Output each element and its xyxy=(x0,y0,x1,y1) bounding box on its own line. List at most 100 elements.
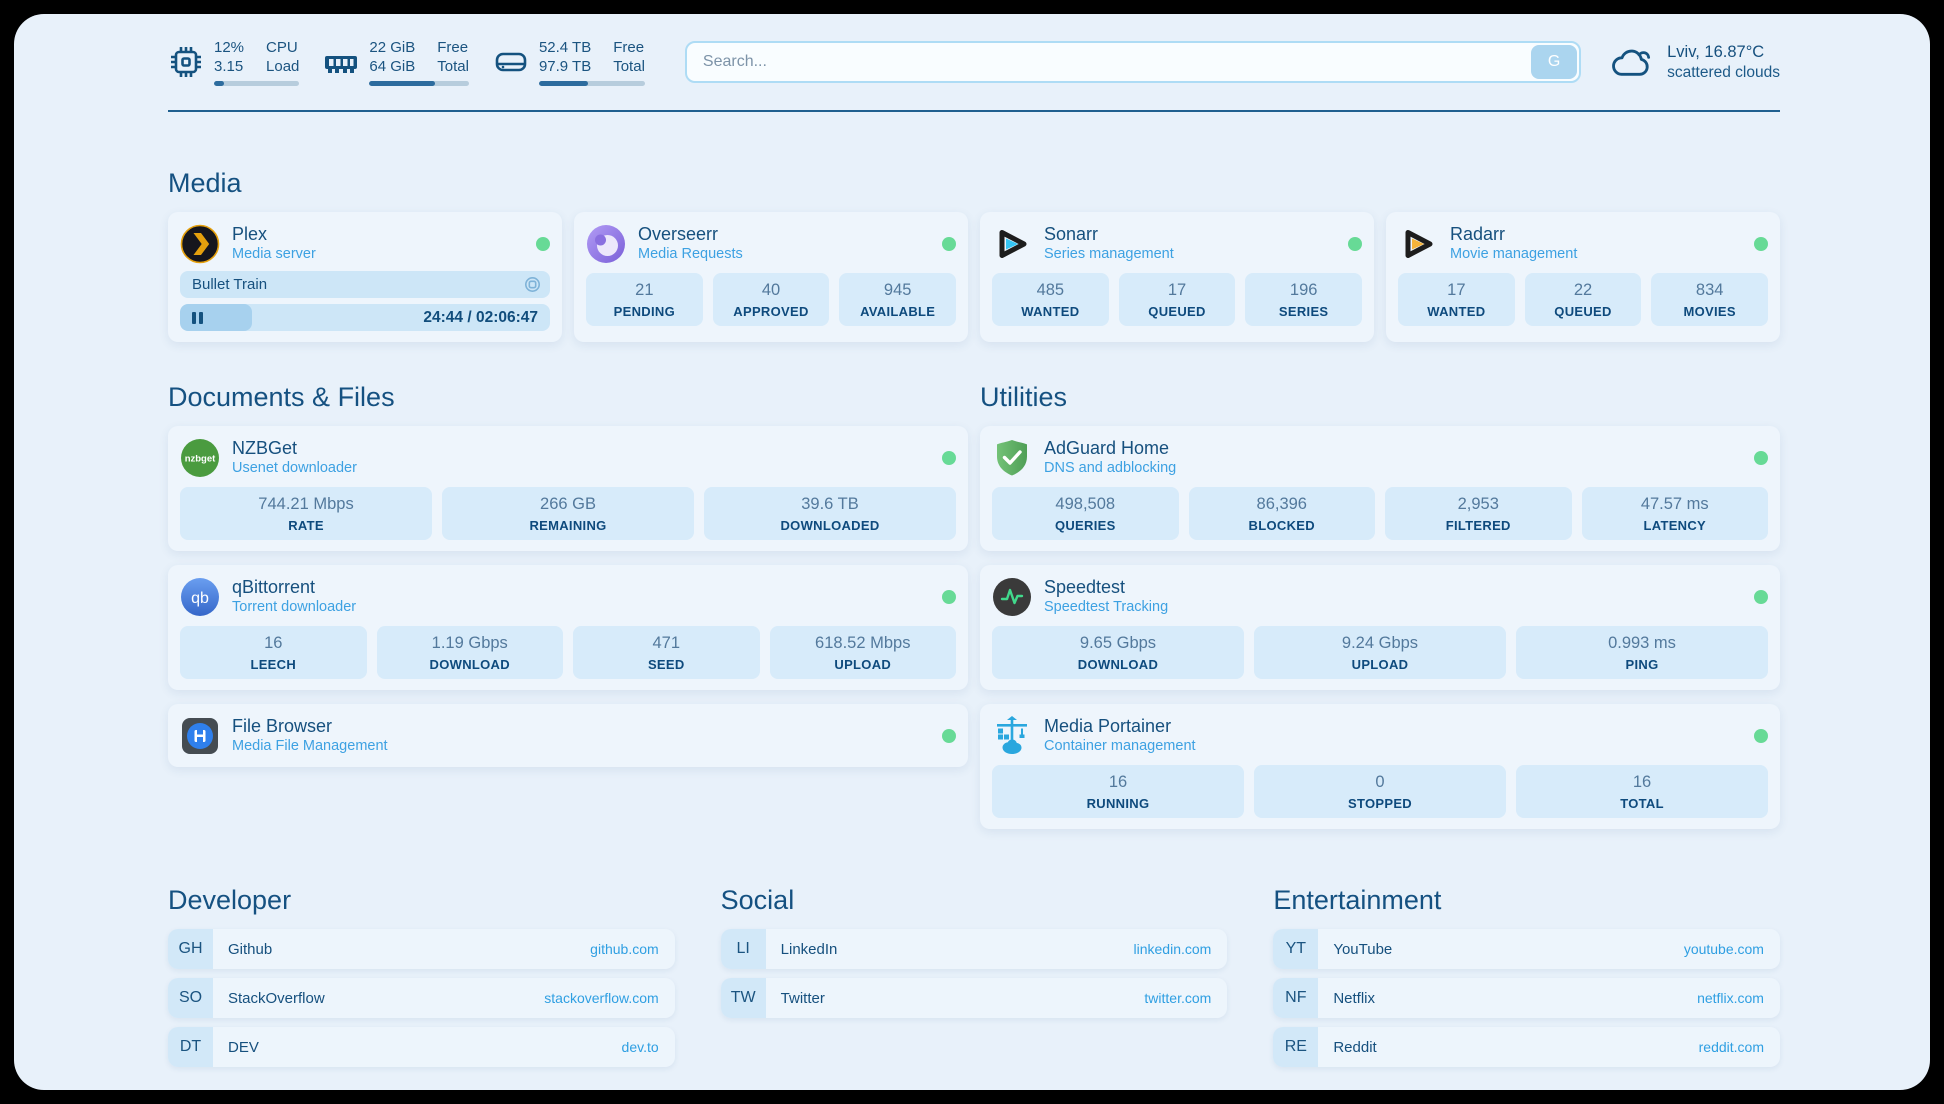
bookmark-url: linkedin.com xyxy=(1134,941,1212,957)
bookmark-abbr: LI xyxy=(721,929,766,969)
section-title-entertainment: Entertainment xyxy=(1273,885,1780,915)
service-card-overseerr[interactable]: Overseerr Media Requests 21 PENDING 40 A… xyxy=(574,212,968,342)
bookmark-abbr: RE xyxy=(1273,1027,1318,1067)
bookmark-reddit[interactable]: RE Reddit reddit.com xyxy=(1273,1027,1780,1067)
bookmark-group-social: Social LI LinkedIn linkedin.com TW Twitt… xyxy=(721,885,1228,1018)
disk-stat-widget: 52.4 TB 97.9 TB Free Total xyxy=(493,38,645,86)
service-card-filebrowser[interactable]: File Browser Media File Management xyxy=(168,704,968,767)
service-card-qbittorrent[interactable]: qb qBittorrent Torrent downloader 16 xyxy=(168,565,968,690)
service-description: Media Requests xyxy=(638,245,743,264)
bookmark-label: LinkedIn xyxy=(781,941,838,958)
service-name: Radarr xyxy=(1450,223,1577,245)
service-description: Usenet downloader xyxy=(232,459,357,478)
bookmark-abbr: DT xyxy=(168,1027,213,1067)
stat-block: 17 QUEUED xyxy=(1119,273,1236,326)
search-provider-button[interactable]: G xyxy=(1531,45,1577,79)
stat-block: 86,396 BLOCKED xyxy=(1189,487,1376,540)
stat-block: 498,508 QUERIES xyxy=(992,487,1179,540)
bookmark-label: Twitter xyxy=(781,990,825,1007)
bookmark-abbr: SO xyxy=(168,978,213,1018)
service-description: Speedtest Tracking xyxy=(1044,598,1168,617)
service-description: Media server xyxy=(232,245,316,264)
service-card-adguard[interactable]: AdGuard Home DNS and adblocking 498,508 … xyxy=(980,426,1780,551)
stat-block: 16 RUNNING xyxy=(992,765,1244,818)
overseerr-icon xyxy=(586,224,626,264)
memory-free-label: Free xyxy=(437,38,469,57)
bookmark-linkedin[interactable]: LI LinkedIn linkedin.com xyxy=(721,929,1228,969)
memory-total-label: Total xyxy=(437,57,469,76)
documents-column: Documents & Files nzbget NZBGet Usenet d… xyxy=(168,382,968,767)
disk-total-label: Total xyxy=(613,57,645,76)
section-title-social: Social xyxy=(721,885,1228,915)
cpu-usage-label: CPU xyxy=(266,38,299,57)
bookmark-youtube[interactable]: YT YouTube youtube.com xyxy=(1273,929,1780,969)
stat-block: 618.52 Mbps UPLOAD xyxy=(770,626,957,679)
memory-icon xyxy=(323,44,359,80)
bookmark-dev[interactable]: DT DEV dev.to xyxy=(168,1027,675,1067)
search-box: G xyxy=(685,41,1581,83)
adguard-icon xyxy=(992,438,1032,478)
status-dot xyxy=(1348,237,1362,251)
status-dot xyxy=(1754,237,1768,251)
bookmark-abbr: NF xyxy=(1273,978,1318,1018)
service-name: Media Portainer xyxy=(1044,715,1196,737)
service-description: Movie management xyxy=(1450,245,1577,264)
session-icon xyxy=(524,276,541,293)
cpu-icon xyxy=(168,44,204,80)
search-input[interactable] xyxy=(685,41,1581,83)
stat-block: 40 APPROVED xyxy=(713,273,830,326)
service-card-speedtest[interactable]: Speedtest Speedtest Tracking 9.65 Gbps D… xyxy=(980,565,1780,690)
bookmark-github[interactable]: GH Github github.com xyxy=(168,929,675,969)
section-title-developer: Developer xyxy=(168,885,675,915)
stat-block: 196 SERIES xyxy=(1245,273,1362,326)
sonarr-icon xyxy=(992,224,1032,264)
nzbget-icon: nzbget xyxy=(180,438,220,478)
service-name: Plex xyxy=(232,223,316,245)
stat-block: 485 WANTED xyxy=(992,273,1109,326)
stat-block: 16 LEECH xyxy=(180,626,367,679)
weather-widget[interactable]: Lviv, 16.87°C scattered clouds xyxy=(1609,42,1780,83)
service-card-radarr[interactable]: Radarr Movie management 17 WANTED 22 QUE… xyxy=(1386,212,1780,342)
header-divider xyxy=(168,110,1780,112)
pause-icon xyxy=(192,312,203,324)
stat-block: 945 AVAILABLE xyxy=(839,273,956,326)
service-name: Overseerr xyxy=(638,223,743,245)
stat-block: 9.65 Gbps DOWNLOAD xyxy=(992,626,1244,679)
bookmark-twitter[interactable]: TW Twitter twitter.com xyxy=(721,978,1228,1018)
service-name: Sonarr xyxy=(1044,223,1174,245)
status-dot xyxy=(942,451,956,465)
service-description: Media File Management xyxy=(232,737,388,756)
stat-block: 17 WANTED xyxy=(1398,273,1515,326)
stat-block: 47.57 ms LATENCY xyxy=(1582,487,1769,540)
bookmark-url: netflix.com xyxy=(1697,990,1764,1006)
service-card-nzbget[interactable]: nzbget NZBGet Usenet downloader 744.21 M… xyxy=(168,426,968,551)
bookmark-abbr: YT xyxy=(1273,929,1318,969)
bookmark-label: Reddit xyxy=(1333,1039,1376,1056)
now-playing-title: Bullet Train xyxy=(192,276,267,293)
service-card-portainer[interactable]: Media Portainer Container management 16 … xyxy=(980,704,1780,829)
status-dot xyxy=(1754,590,1768,604)
playback-progress-bar: 24:44 / 02:06:47 xyxy=(180,304,550,331)
bookmark-label: DEV xyxy=(228,1039,259,1056)
portainer-icon xyxy=(992,716,1032,756)
bookmark-group-entertainment: Entertainment YT YouTube youtube.com NF … xyxy=(1273,885,1780,1067)
bookmark-url: youtube.com xyxy=(1684,941,1764,957)
service-card-plex[interactable]: Plex Media server Bullet Train xyxy=(168,212,562,342)
bookmark-stackoverflow[interactable]: SO StackOverflow stackoverflow.com xyxy=(168,978,675,1018)
weather-condition: scattered clouds xyxy=(1667,63,1780,83)
stat-block: 0 STOPPED xyxy=(1254,765,1506,818)
bookmark-label: YouTube xyxy=(1333,941,1392,958)
bookmark-url: stackoverflow.com xyxy=(544,990,658,1006)
bookmark-netflix[interactable]: NF Netflix netflix.com xyxy=(1273,978,1780,1018)
service-name: NZBGet xyxy=(232,437,357,459)
service-name: Speedtest xyxy=(1044,576,1168,598)
stat-block: 0.993 ms PING xyxy=(1516,626,1768,679)
section-title-utilities: Utilities xyxy=(980,382,1780,412)
stat-block: 834 MOVIES xyxy=(1651,273,1768,326)
service-card-sonarr[interactable]: Sonarr Series management 485 WANTED 17 Q… xyxy=(980,212,1374,342)
playback-time: 24:44 / 02:06:47 xyxy=(423,309,538,327)
dashboard-panel: 12% 3.15 CPU Load xyxy=(14,14,1930,1090)
disk-icon xyxy=(493,44,529,80)
filebrowser-icon xyxy=(180,716,220,756)
service-name: File Browser xyxy=(232,715,388,737)
